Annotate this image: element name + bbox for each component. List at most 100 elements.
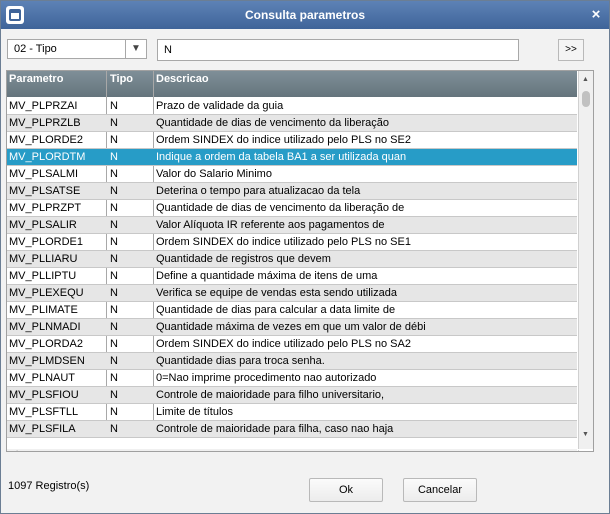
- cell-tipo: N: [110, 219, 118, 231]
- cell-tipo: N: [110, 236, 118, 248]
- scroll-thumb[interactable]: [582, 91, 590, 107]
- cell-descricao: Quantidade de registros que devem: [156, 253, 331, 265]
- table-row[interactable]: MV_PLORDTM N Indique a ordem da tabela BA1…: [7, 149, 577, 166]
- cell-descricao: Verifica se equipe de vendas esta sendo …: [156, 287, 397, 299]
- cell-tipo: N: [110, 338, 118, 350]
- table-row[interactable]: MV_PLLIARU N Quantidade de registros que d…: [7, 251, 577, 268]
- table-row[interactable]: MV_PLNMADI N Quantidade máxima de vezes em…: [7, 319, 577, 336]
- cell-tipo: N: [110, 100, 118, 112]
- scroll-down-icon[interactable]: ▼: [582, 431, 589, 438]
- filter-type-select[interactable]: 02 - Tipo ▼: [7, 39, 147, 59]
- table-row[interactable]: MV_PLSALIR N Valor Alíquota IR referente a…: [7, 217, 577, 234]
- horizontal-scrollbar[interactable]: ◀ ▶: [7, 449, 583, 451]
- filter-type-value: 02 - Tipo: [14, 43, 57, 55]
- search-input[interactable]: [157, 39, 519, 61]
- cell-tipo: N: [110, 270, 118, 282]
- cell-parametro: MV_PLSFTLL: [9, 406, 79, 418]
- cell-descricao: Ordem SINDEX do indice utilizado pelo PL…: [156, 134, 411, 146]
- cell-descricao: Ordem SINDEX do indice utilizado pelo PL…: [156, 236, 411, 248]
- column-header-parametro[interactable]: Parametro: [9, 73, 63, 85]
- dialog-title: Consulta parametros: [244, 8, 366, 22]
- cell-descricao: Limite de títulos: [156, 406, 234, 418]
- title-bar: Consulta parametros ×: [1, 1, 609, 29]
- cell-descricao: Controle de maioridade para filha, caso …: [156, 423, 394, 435]
- cell-parametro: MV_PLNAUT: [9, 372, 76, 384]
- cell-parametro: MV_PLLIARU: [9, 253, 78, 265]
- table-row[interactable]: MV_PLORDE2 N Ordem SINDEX do indice utiliz…: [7, 132, 577, 149]
- cell-parametro: MV_PLORDE2: [9, 134, 83, 146]
- ok-button[interactable]: Ok: [309, 478, 383, 502]
- search-go-button[interactable]: >>: [558, 39, 584, 61]
- cell-tipo: N: [110, 134, 118, 146]
- table-row[interactable]: MV_PLSFTLL N Limite de títulos: [7, 404, 577, 421]
- cell-descricao: Deterina o tempo para atualizacao da tel…: [156, 185, 361, 197]
- cell-parametro: MV_PLLIPTU: [9, 270, 77, 282]
- cell-tipo: N: [110, 253, 118, 265]
- cell-tipo: N: [110, 355, 118, 367]
- table-row[interactable]: MV_PLPRZLB N Quantidade de dias de vencime…: [7, 115, 577, 132]
- cell-parametro: MV_PLSATSE: [9, 185, 81, 197]
- scroll-left-icon[interactable]: ◀: [12, 449, 17, 451]
- cell-descricao: Define a quantidade máxima de itens de u…: [156, 270, 378, 282]
- scroll-up-icon[interactable]: ▲: [582, 76, 589, 83]
- cell-descricao: Quantidade de dias de vencimento da libe…: [156, 117, 389, 129]
- table-row[interactable]: MV_PLMDSEN N Quantidade dias para troca se…: [7, 353, 577, 370]
- vertical-scrollbar[interactable]: ▲ ▼: [578, 71, 593, 449]
- cell-descricao: Valor Alíquota IR referente aos pagament…: [156, 219, 385, 231]
- cell-tipo: N: [110, 389, 118, 401]
- table-row[interactable]: MV_PLORDE1 N Ordem SINDEX do indice utiliz…: [7, 234, 577, 251]
- column-header-tipo[interactable]: Tipo: [110, 73, 133, 85]
- cell-descricao: 0=Nao imprime procedimento nao autorizad…: [156, 372, 377, 384]
- cell-tipo: N: [110, 321, 118, 333]
- cell-parametro: MV_PLNMADI: [9, 321, 81, 333]
- column-header-descricao[interactable]: Descricao: [156, 73, 209, 85]
- cell-parametro: MV_PLMDSEN: [9, 355, 85, 367]
- cell-descricao: Quantidade máxima de vezes em que um val…: [156, 321, 426, 333]
- cell-parametro: MV_PLORDTM: [9, 151, 86, 163]
- cell-parametro: MV_PLPRZAI: [9, 100, 78, 112]
- cell-tipo: N: [110, 406, 118, 418]
- close-icon[interactable]: ×: [588, 7, 604, 23]
- table-row[interactable]: MV_PLSFILA N Controle de maioridade para f…: [7, 421, 577, 438]
- cell-tipo: N: [110, 117, 118, 129]
- record-count: 1097 Registro(s): [8, 480, 90, 492]
- cell-tipo: N: [110, 372, 118, 384]
- cell-tipo: N: [110, 168, 118, 180]
- cell-tipo: N: [110, 202, 118, 214]
- cell-parametro: MV_PLIMATE: [9, 304, 78, 316]
- dialog-window: Consulta parametros × 02 - Tipo ▼ >> Par…: [0, 0, 610, 514]
- cell-parametro: MV_PLPRZPT: [9, 202, 82, 214]
- table-row[interactable]: MV_PLLIPTU N Define a quantidade máxima de…: [7, 268, 577, 285]
- cell-tipo: N: [110, 151, 118, 163]
- cell-descricao: Valor do Salario Minimo: [156, 168, 272, 180]
- cell-descricao: Quantidade dias para troca senha.: [156, 355, 325, 367]
- table-row[interactable]: MV_PLPRZAI N Prazo de validade da guia: [7, 98, 577, 115]
- cell-parametro: MV_PLEXEQU: [9, 287, 84, 299]
- parameters-grid[interactable]: Parametro Tipo Descricao MV_PLPRZAI N Praz…: [6, 70, 594, 452]
- table-row[interactable]: MV_PLORDA2 N Ordem SINDEX do indice utiliz…: [7, 336, 577, 353]
- cell-parametro: MV_PLORDE1: [9, 236, 83, 248]
- cell-parametro: MV_PLPRZLB: [9, 117, 81, 129]
- cell-tipo: N: [110, 287, 118, 299]
- table-row[interactable]: MV_PLEXEQU N Verifica se equipe de vendas …: [7, 285, 577, 302]
- table-row[interactable]: MV_PLSFIOU N Controle de maioridade para f…: [7, 387, 577, 404]
- cell-parametro: MV_PLSALMI: [9, 168, 79, 180]
- cell-parametro: MV_PLSFILA: [9, 423, 76, 435]
- cell-tipo: N: [110, 304, 118, 316]
- cancel-button[interactable]: Cancelar: [403, 478, 477, 502]
- cell-tipo: N: [110, 185, 118, 197]
- table-row[interactable]: MV_PLIMATE N Quantidade de dias para calcu…: [7, 302, 577, 319]
- chevron-down-icon[interactable]: ▼: [125, 40, 146, 58]
- cell-parametro: MV_PLSFIOU: [9, 389, 79, 401]
- cell-descricao: Quantidade de dias para calcular a data …: [156, 304, 396, 316]
- cell-descricao: Controle de maioridade para filho univer…: [156, 389, 385, 401]
- table-row[interactable]: MV_PLSALMI N Valor do Salario Minimo: [7, 166, 577, 183]
- cell-parametro: MV_PLORDA2: [9, 338, 83, 350]
- scroll-right-icon[interactable]: ▶: [578, 449, 583, 451]
- table-row[interactable]: MV_PLSATSE N Deterina o tempo para atualiz…: [7, 183, 577, 200]
- cell-tipo: N: [110, 423, 118, 435]
- cell-descricao: Prazo de validade da guia: [156, 100, 284, 112]
- grid-rows: MV_PLPRZAI N Prazo de validade da guia MV_P…: [7, 98, 577, 438]
- table-row[interactable]: MV_PLPRZPT N Quantidade de dias de vencime…: [7, 200, 577, 217]
- table-row[interactable]: MV_PLNAUT N 0=Nao imprime procedimento nao…: [7, 370, 577, 387]
